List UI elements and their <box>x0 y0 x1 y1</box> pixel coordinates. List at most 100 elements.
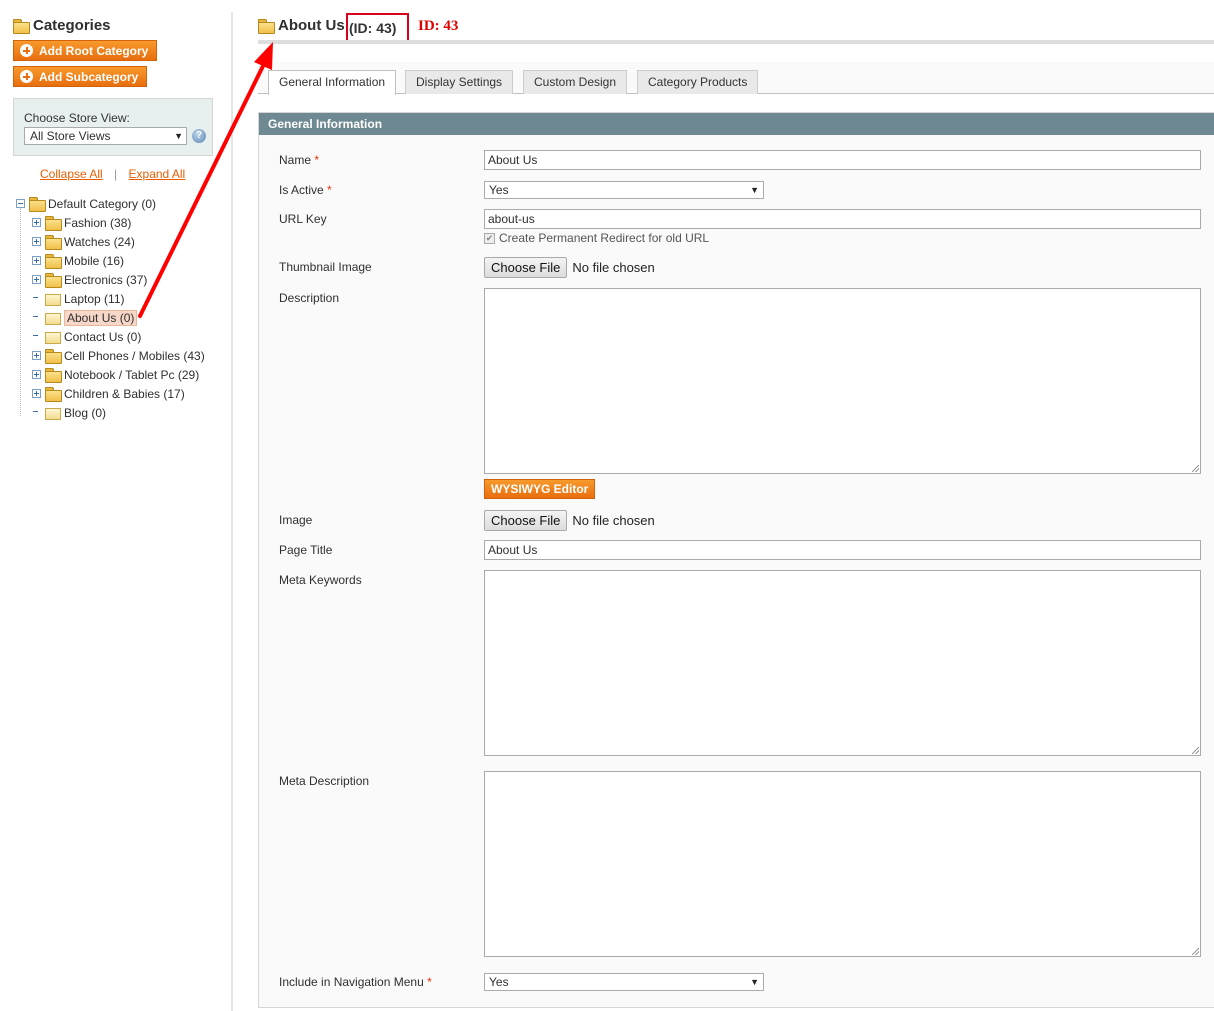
is-active-select[interactable]: Yes <box>484 181 764 199</box>
folder-icon <box>45 387 62 402</box>
thumbnail-file-picker: Choose File No file chosen <box>484 257 655 278</box>
required-mark: * <box>327 183 332 197</box>
name-label: Name * <box>279 153 319 167</box>
tab-bar: General Information Display Settings Cus… <box>258 62 1214 95</box>
folder-icon <box>45 254 62 269</box>
plus-icon <box>20 70 33 83</box>
empty-folder-icon <box>45 330 61 344</box>
name-input[interactable]: About Us <box>484 150 1201 170</box>
url-key-label: URL Key <box>279 212 327 226</box>
navigation-menu-select[interactable]: Yes <box>484 973 764 991</box>
tree-item[interactable]: About Us (0) <box>32 308 138 327</box>
tab-category-products[interactable]: Category Products <box>637 70 759 94</box>
tree-spacer <box>32 332 41 341</box>
expand-all-link[interactable]: Expand All <box>129 167 186 181</box>
image-choose-file-button[interactable]: Choose File <box>484 510 568 531</box>
sidebar-title: Categories <box>33 17 111 34</box>
page-header: About Us <box>258 17 345 34</box>
permanent-redirect-option: ✔ Create Permanent Redirect for old URL <box>484 231 709 245</box>
page-title-input[interactable]: About Us <box>484 540 1201 560</box>
expand-toggle-icon[interactable] <box>32 370 41 379</box>
expand-toggle-icon[interactable] <box>32 389 41 398</box>
thumbnail-choose-file-button[interactable]: Choose File <box>484 257 568 278</box>
expand-toggle-icon[interactable] <box>32 237 41 246</box>
tree-item-label: About Us (0) <box>64 309 138 326</box>
tree-item-label: Cell Phones / Mobiles (43) <box>64 348 205 363</box>
tree-controls-separator: | <box>114 167 118 181</box>
tab-custom-design[interactable]: Custom Design <box>523 70 628 94</box>
add-root-category-button[interactable]: Add Root Category <box>13 40 158 61</box>
column-divider <box>231 12 233 1011</box>
tree-controls: Collapse All | Expand All <box>40 167 185 181</box>
tree-spacer <box>32 313 41 322</box>
store-view-label: Choose Store View: <box>24 111 130 125</box>
image-file-picker: Choose File No file chosen <box>484 510 655 531</box>
tree-item[interactable]: Blog (0) <box>32 403 106 422</box>
wysiwyg-editor-button[interactable]: WYSIWYG Editor <box>484 479 596 499</box>
image-file-status: No file chosen <box>572 513 655 528</box>
sidebar-header: Categories <box>13 17 111 34</box>
tree-item[interactable]: Children & Babies (17) <box>32 384 185 403</box>
folder-icon <box>258 19 275 34</box>
tree-item[interactable]: Laptop (11) <box>32 289 125 308</box>
category-id-highlight: (ID: 43) <box>346 13 409 43</box>
meta-description-textarea[interactable] <box>484 771 1201 957</box>
page-title-label: Page Title <box>279 543 333 557</box>
collapse-toggle-icon[interactable] <box>16 199 25 208</box>
folder-icon <box>29 197 46 212</box>
tree-item-label: Laptop (11) <box>64 291 125 306</box>
page-title: About Us <box>278 17 345 34</box>
folder-icon <box>45 235 62 250</box>
tree-item-label: Notebook / Tablet Pc (29) <box>64 367 200 382</box>
meta-description-label: Meta Description <box>279 774 370 788</box>
navigation-menu-label-text: Include in Navigation Menu <box>279 975 424 989</box>
tree-item[interactable]: Default Category (0) <box>16 194 156 213</box>
meta-keywords-textarea[interactable] <box>484 570 1201 756</box>
add-subcategory-label: Add Subcategory <box>39 69 139 84</box>
tree-item-label: Fashion (38) <box>64 215 132 230</box>
category-sidebar: Categories Add Root Category Add Subcate… <box>0 0 232 1011</box>
tree-item-label: Contact Us (0) <box>64 329 142 344</box>
tab-general-information[interactable]: General Information <box>268 70 397 95</box>
category-id-annotation: ID: 43 <box>418 18 459 34</box>
header-rule <box>258 40 1214 44</box>
description-textarea[interactable] <box>484 288 1201 474</box>
tree-item[interactable]: Watches (24) <box>32 232 135 251</box>
empty-folder-icon <box>45 406 61 420</box>
plus-icon <box>20 44 33 57</box>
tree-item-label: Children & Babies (17) <box>64 386 185 401</box>
collapse-all-link[interactable]: Collapse All <box>40 167 103 181</box>
thumbnail-file-status: No file chosen <box>572 260 655 275</box>
store-view-select[interactable]: All Store Views <box>24 127 187 145</box>
url-key-input[interactable]: about-us <box>484 209 1201 229</box>
tree-item[interactable]: Electronics (37) <box>32 270 147 289</box>
tree-item[interactable]: Fashion (38) <box>32 213 131 232</box>
store-view-box: Choose Store View: All Store Views ? <box>13 98 213 156</box>
tree-item[interactable]: Notebook / Tablet Pc (29) <box>32 365 199 384</box>
tree-item[interactable]: Mobile (16) <box>32 251 124 270</box>
tree-item-label: Default Category (0) <box>48 196 157 211</box>
image-label: Image <box>279 513 313 527</box>
add-subcategory-button[interactable]: Add Subcategory <box>13 66 148 87</box>
tab-display-settings[interactable]: Display Settings <box>405 70 514 94</box>
tree-item-label: Blog (0) <box>64 405 107 420</box>
add-root-category-label: Add Root Category <box>39 43 149 58</box>
tree-spacer <box>32 294 41 303</box>
navigation-menu-label: Include in Navigation Menu * <box>279 975 432 989</box>
thumbnail-image-label: Thumbnail Image <box>279 260 372 274</box>
help-icon[interactable]: ? <box>192 129 206 143</box>
tree-spacer <box>32 408 41 417</box>
expand-toggle-icon[interactable] <box>32 256 41 265</box>
tree-item-label: Watches (24) <box>64 234 135 249</box>
description-label: Description <box>279 291 340 305</box>
tree-item[interactable]: Cell Phones / Mobiles (43) <box>32 346 205 365</box>
tree-guide-line <box>20 208 21 416</box>
expand-toggle-icon[interactable] <box>32 218 41 227</box>
expand-toggle-icon[interactable] <box>32 275 41 284</box>
empty-folder-icon <box>45 292 61 306</box>
tree-item[interactable]: Contact Us (0) <box>32 327 141 346</box>
expand-toggle-icon[interactable] <box>32 351 41 360</box>
permanent-redirect-checkbox[interactable]: ✔ <box>484 232 495 244</box>
name-label-text: Name <box>279 153 312 167</box>
is-active-label-text: Is Active <box>279 183 324 197</box>
